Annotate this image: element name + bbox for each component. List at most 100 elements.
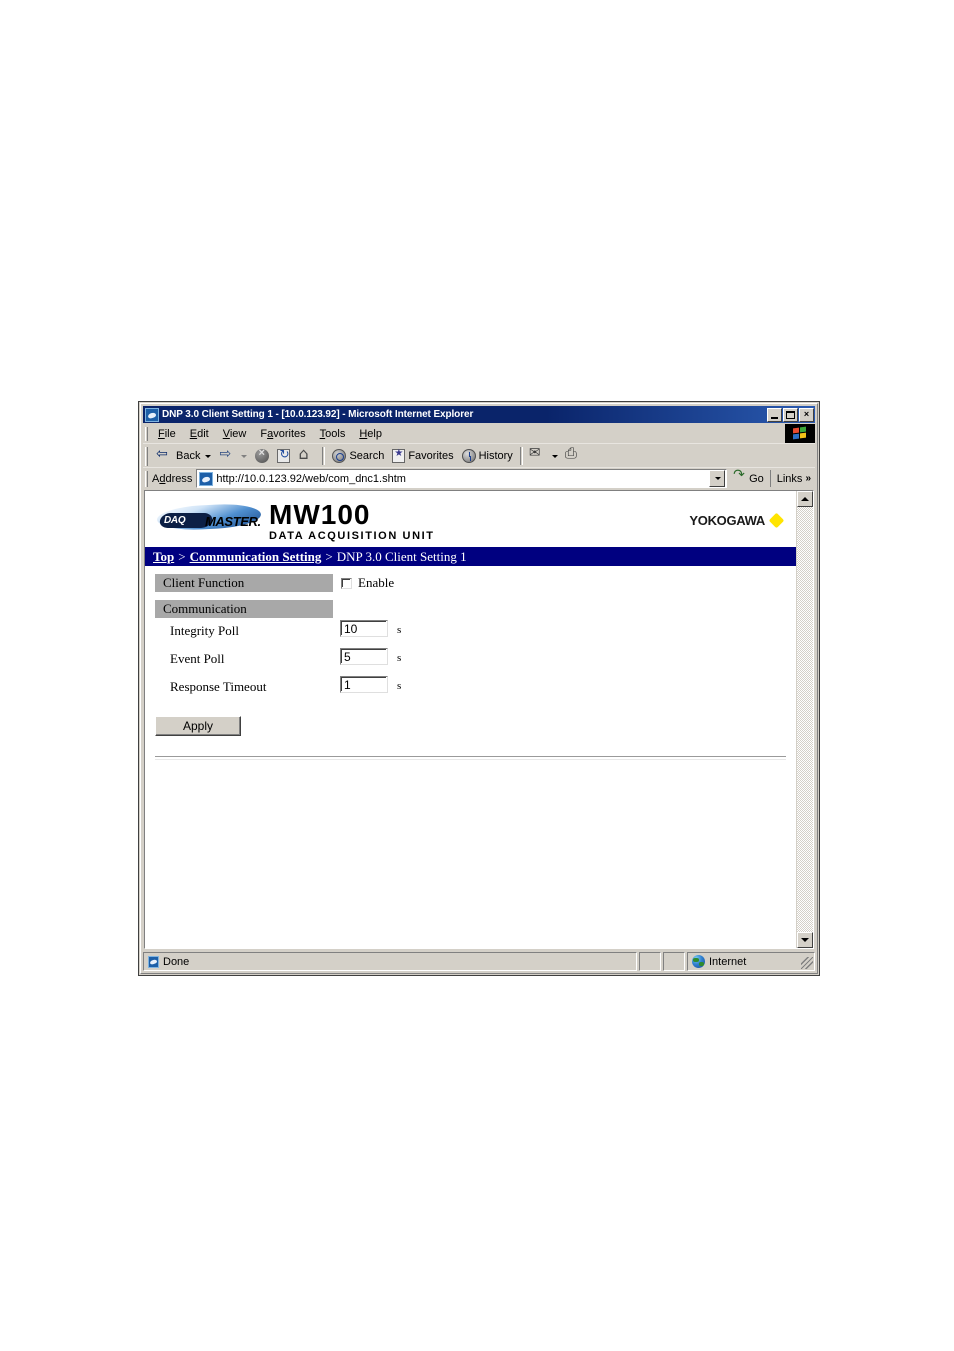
menu-item-favorites-label: vorites (273, 427, 306, 440)
page-document-icon (148, 955, 159, 968)
search-icon (332, 449, 347, 463)
browser-window: DNP 3.0 Client Setting 1 - [10.0.123.92]… (138, 401, 820, 976)
apply-button[interactable]: Apply (155, 716, 241, 736)
internet-globe-icon (692, 955, 705, 968)
address-input-value: http://10.0.123.92/web/com_dnc1.shtm (216, 472, 406, 485)
window-title: DNP 3.0 Client Setting 1 - [10.0.123.92]… (162, 409, 474, 420)
yokogawa-wordmark: YOKOGAWA (689, 513, 765, 528)
daqmaster-pill-label: DAQ (164, 515, 186, 526)
menu-bar: File Edit View Favorites Tools Help (143, 424, 815, 443)
menu-item-edit[interactable]: Edit (183, 426, 216, 442)
yokogawa-logo: YOKOGAWA (689, 512, 785, 529)
home-icon (298, 444, 315, 464)
web-page-content: DAQ MASTER. MW100 DATA ACQUISITION UNIT … (145, 491, 796, 948)
address-input[interactable]: http://10.0.123.92/web/com_dnc1.shtm (196, 469, 728, 488)
address-label: Address (152, 472, 193, 485)
security-zone-pane: Internet (687, 952, 815, 971)
history-button-label: History (478, 450, 513, 462)
mail-chevron-down-icon[interactable] (551, 454, 558, 458)
breadcrumb-link-top[interactable]: Top (153, 549, 174, 565)
go-arrow-icon (733, 467, 747, 487)
home-button[interactable] (294, 444, 319, 466)
search-button[interactable]: Search (328, 447, 388, 465)
ie-document-icon (145, 407, 159, 422)
vertical-scrollbar[interactable] (796, 491, 813, 948)
breadcrumb-separator-1: > (178, 548, 186, 564)
breadcrumb: Top > Communication Setting > DNP 3.0 Cl… (145, 547, 796, 566)
daqmaster-wordmark: MASTER. (205, 514, 261, 529)
menu-item-help[interactable]: Help (352, 426, 389, 442)
resize-grip[interactable] (801, 957, 813, 969)
favorites-button[interactable]: Favorites (388, 447, 457, 465)
menu-item-tools-label: ools (325, 427, 346, 440)
page-favicon-icon (199, 471, 214, 486)
printer-icon (565, 444, 583, 464)
scroll-down-button[interactable] (797, 932, 813, 948)
history-button[interactable]: History (458, 447, 517, 465)
go-button[interactable]: Go (727, 467, 770, 487)
status-pane-3 (663, 952, 685, 971)
section-header-client-function: Client Function (155, 574, 333, 592)
breadcrumb-link-communication-setting[interactable]: Communication Setting (190, 549, 322, 565)
title-bar[interactable]: DNP 3.0 Client Setting 1 - [10.0.123.92]… (143, 406, 815, 423)
scroll-up-button[interactable] (797, 491, 813, 507)
enable-checkbox-group[interactable]: Enable (341, 575, 394, 591)
address-dropdown-button[interactable] (709, 470, 726, 487)
model-subtitle: DATA ACQUISITION UNIT (269, 530, 435, 542)
back-button-label: Back (176, 450, 201, 462)
menu-item-help-label: elp (367, 427, 382, 440)
response-timeout-input[interactable]: 1 (340, 676, 388, 693)
section-header-communication: Communication (155, 600, 333, 618)
event-poll-input[interactable]: 5 (340, 648, 388, 665)
go-button-label: Go (749, 472, 764, 485)
integrity-poll-unit: s (397, 624, 402, 636)
breadcrumb-current-page: DNP 3.0 Client Setting 1 (336, 548, 467, 564)
links-button-label: Links (776, 472, 803, 485)
address-drag-grip[interactable] (145, 470, 148, 487)
toolbar-separator (322, 447, 326, 465)
enable-checkbox[interactable] (341, 577, 352, 589)
address-bar: Address http://10.0.123.92/web/com_dnc1.… (143, 467, 815, 489)
maximize-button[interactable] (783, 407, 798, 422)
favorites-star-icon (392, 448, 406, 463)
back-button[interactable]: Back (152, 446, 215, 466)
menu-item-edit-label: dit (197, 427, 209, 440)
status-pane-2 (639, 952, 661, 971)
links-chevron-icon: » (805, 473, 811, 484)
menu-item-tools[interactable]: Tools (313, 426, 353, 442)
breadcrumb-separator-2: > (325, 548, 333, 564)
menu-drag-grip[interactable] (145, 426, 148, 441)
integrity-poll-label: Integrity Poll (170, 623, 239, 638)
browser-window-inner: DNP 3.0 Client Setting 1 - [10.0.123.92]… (140, 403, 818, 974)
form-row-response-timeout: Response Timeout 1 s (155, 674, 796, 702)
forward-button[interactable] (215, 446, 251, 466)
print-button[interactable] (562, 444, 587, 466)
search-button-label: Search (349, 450, 385, 462)
history-clock-icon (461, 449, 476, 463)
menu-item-favorites[interactable]: Favorites (253, 426, 312, 442)
windows-flag-icon (792, 426, 808, 440)
page-header: DAQ MASTER. MW100 DATA ACQUISITION UNIT … (145, 491, 796, 547)
refresh-button[interactable] (273, 447, 294, 465)
close-button[interactable]: × (799, 407, 814, 422)
menu-item-view[interactable]: View (216, 426, 254, 442)
navigation-toolbar: Back Search Favorites (143, 443, 815, 468)
toolbar-drag-grip[interactable] (145, 446, 148, 466)
integrity-poll-input[interactable]: 10 (340, 620, 388, 637)
back-history-chevron-down-icon[interactable] (205, 454, 212, 458)
mail-button[interactable] (526, 445, 562, 466)
window-controls: × (767, 407, 814, 422)
response-timeout-unit: s (397, 680, 402, 692)
menu-item-file[interactable]: File (151, 426, 183, 442)
minimize-button[interactable] (767, 407, 782, 422)
daqmaster-logo: DAQ MASTER. (156, 502, 262, 535)
form-row-event-poll: Event Poll 5 s (155, 646, 796, 674)
links-bar-button[interactable]: Links » (769, 470, 815, 487)
forward-history-chevron-down-icon[interactable] (241, 454, 248, 458)
mail-icon (529, 445, 547, 464)
stop-button[interactable] (251, 447, 273, 465)
stop-icon (255, 447, 270, 463)
status-message-pane: Done (143, 952, 637, 971)
page-viewport: DAQ MASTER. MW100 DATA ACQUISITION UNIT … (144, 490, 814, 949)
menu-item-view-label: iew (229, 427, 247, 440)
